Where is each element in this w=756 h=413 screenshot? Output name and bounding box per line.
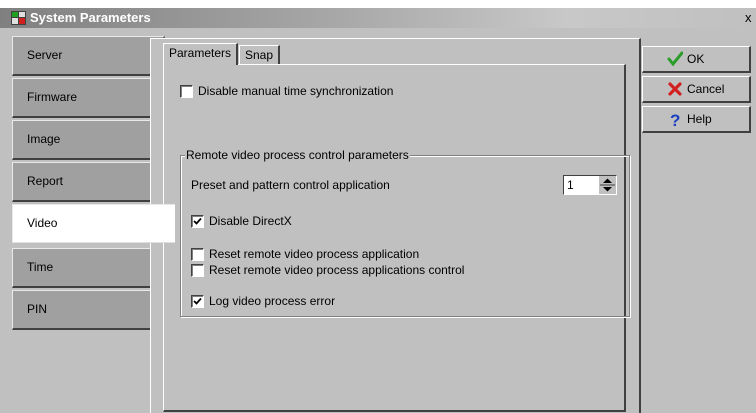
ok-label: OK xyxy=(687,52,705,66)
group-title: Remote video process control parameters xyxy=(185,148,410,162)
left-tab-firmware[interactable]: Firmware xyxy=(12,78,165,118)
left-tab-video[interactable]: Video xyxy=(12,204,175,243)
checkmark-icon xyxy=(667,51,684,67)
dialog-body: Server Firmware Image Report Video Time … xyxy=(0,28,756,413)
disable-directx-checkbox[interactable] xyxy=(191,215,204,228)
log-error-label: Log video process error xyxy=(209,294,336,308)
question-mark-icon: ? xyxy=(667,111,683,130)
app-icon xyxy=(10,10,27,26)
help-label: Help xyxy=(687,112,712,126)
action-button-column: OK Cancel ? Help xyxy=(642,38,754,412)
left-tab-report[interactable]: Report xyxy=(12,162,165,202)
preset-spinner[interactable]: 1 xyxy=(563,175,617,195)
disable-manual-sync-checkbox[interactable] xyxy=(180,85,193,98)
left-tab-image[interactable]: Image xyxy=(12,120,165,160)
reset-app-control-checkbox[interactable] xyxy=(191,264,204,277)
window-title: System Parameters xyxy=(30,10,151,25)
reset-app-checkbox[interactable] xyxy=(191,248,204,261)
cancel-label: Cancel xyxy=(687,82,725,96)
svg-text:?: ? xyxy=(670,111,680,127)
parameters-page: Disable manual time synchronization Remo… xyxy=(163,64,630,412)
reset-app-label: Reset remote video process application xyxy=(209,247,420,261)
spin-arrows-icon[interactable] xyxy=(598,176,616,194)
close-icon[interactable]: x xyxy=(745,10,756,26)
preset-label: Preset and pattern control application xyxy=(191,178,390,192)
preset-value: 1 xyxy=(567,178,574,192)
video-panel: Parameters Snap Disable manual time sync… xyxy=(150,38,641,413)
left-tab-pin[interactable]: PIN xyxy=(12,290,165,330)
remote-video-group: Remote video process control parameters … xyxy=(180,148,630,317)
title-bar: System Parameters x xyxy=(0,8,756,28)
system-parameters-window: System Parameters x Server Firmware Imag… xyxy=(0,0,756,413)
cancel-x-icon xyxy=(667,81,683,97)
help-button[interactable]: ? Help xyxy=(642,106,751,133)
tab-snap[interactable]: Snap xyxy=(239,45,281,64)
left-tab-server[interactable]: Server xyxy=(12,36,165,76)
tab-parameters[interactable]: Parameters xyxy=(163,43,239,65)
cancel-button[interactable]: Cancel xyxy=(642,76,751,103)
disable-directx-label: Disable DirectX xyxy=(209,214,292,228)
left-tab-time[interactable]: Time xyxy=(12,248,165,288)
disable-manual-sync-label: Disable manual time synchronization xyxy=(198,84,394,98)
log-error-checkbox[interactable] xyxy=(191,295,204,308)
reset-app-control-label: Reset remote video process applications … xyxy=(209,263,465,277)
ok-button[interactable]: OK xyxy=(642,46,751,73)
